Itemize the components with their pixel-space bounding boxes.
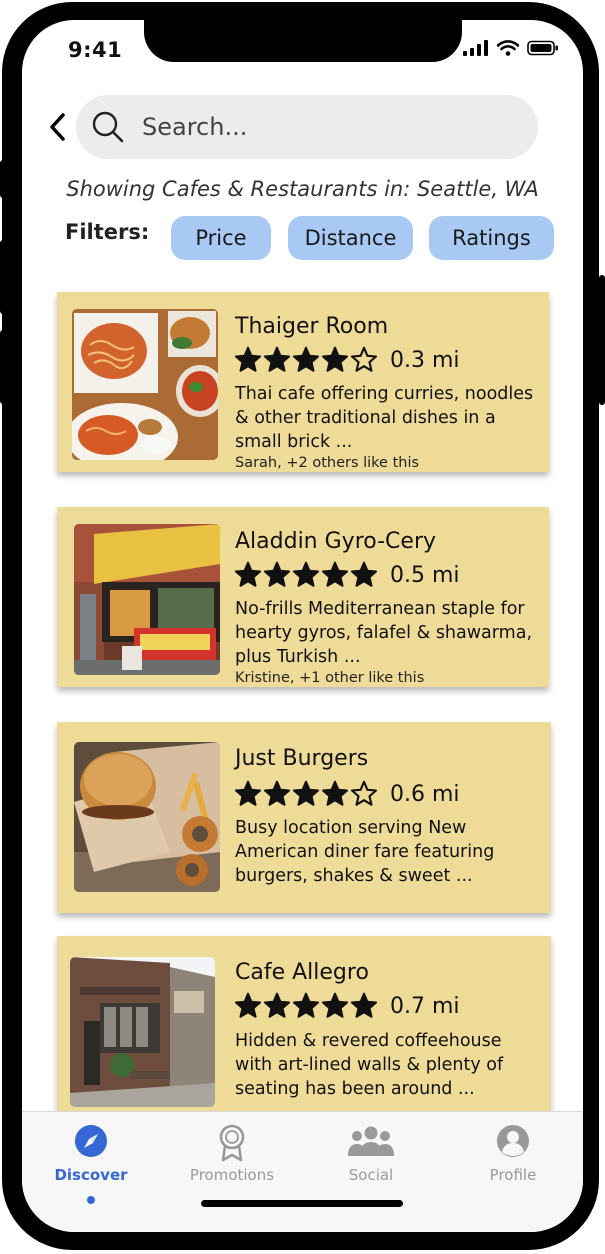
restaurant-description: Hidden & revered coffeehouse with art-li… <box>235 1031 504 1099</box>
restaurant-description: Busy location serving New American diner… <box>235 818 495 886</box>
star-filled-icon <box>263 780 291 806</box>
active-indicator-dot <box>87 1196 95 1204</box>
distance: 0.6 mi <box>390 781 460 807</box>
star-rating <box>234 780 378 808</box>
star-filled-icon <box>234 346 262 372</box>
star-rating <box>234 992 378 1020</box>
star-filled-icon <box>321 780 349 806</box>
restaurant-card[interactable]: Thaiger Room 0.3 mi Thai cafe offering c… <box>57 292 549 472</box>
restaurant-description: Thai cafe offering curries, noodles & ot… <box>235 384 534 452</box>
chevron-left-icon <box>50 113 65 141</box>
distance: 0.3 mi <box>390 347 460 373</box>
star-filled-icon <box>234 992 262 1018</box>
rating-row: 0.7 mi <box>234 992 460 1020</box>
thai-food-image <box>72 309 218 460</box>
star-filled-icon <box>292 992 320 1018</box>
tab-label: Promotions <box>189 1166 275 1184</box>
group-icon <box>348 1126 394 1156</box>
search-icon <box>90 109 126 145</box>
tab-label: Discover <box>54 1166 128 1184</box>
compass-icon <box>75 1125 107 1157</box>
restaurant-name: Cafe Allegro <box>235 960 369 985</box>
user-icon <box>497 1125 529 1157</box>
likes-text: Sarah, +2 others like this <box>235 455 420 471</box>
location-text: Showing Cafes & Restaurants in: Seattle,… <box>66 177 539 201</box>
rating-row: 0.5 mi <box>234 561 460 589</box>
star-filled-icon <box>321 561 349 587</box>
star-rating <box>234 561 378 589</box>
tab-label: Profile <box>489 1166 537 1184</box>
battery-icon <box>527 40 558 56</box>
star-filled-icon <box>350 992 378 1018</box>
screen: 9:41 Showing <box>22 20 583 1232</box>
restaurant-name: Just Burgers <box>235 746 369 771</box>
restaurant-card[interactable]: Cafe Allegro 0.7 mi Hidden & revered cof… <box>57 936 551 1136</box>
star-filled-icon <box>292 561 320 587</box>
filters-label: Filters: <box>65 220 150 244</box>
notch <box>144 20 462 62</box>
star-empty-icon <box>350 780 378 806</box>
home-indicator <box>201 1200 403 1207</box>
restaurant-name: Aladdin Gyro-Cery <box>235 529 437 554</box>
filter-chip-ratings[interactable]: Ratings <box>429 216 554 260</box>
star-filled-icon <box>234 780 262 806</box>
wifi-icon <box>497 40 519 56</box>
search-bar[interactable] <box>76 95 538 159</box>
back-button[interactable] <box>44 110 72 144</box>
filter-chip-price[interactable]: Price <box>171 216 271 260</box>
tab-social[interactable]: Social <box>311 1124 431 1184</box>
star-filled-icon <box>234 561 262 587</box>
star-filled-icon <box>263 346 291 372</box>
restaurant-card[interactable]: Aladdin Gyro-Cery 0.5 mi No-frills Medit… <box>57 507 549 687</box>
rating-row: 0.3 mi <box>234 346 460 374</box>
side-button-volume-down <box>0 330 6 404</box>
tab-promotions[interactable]: Promotions <box>172 1124 292 1184</box>
rating-row: 0.6 mi <box>234 780 460 808</box>
filter-chip-distance[interactable]: Distance <box>288 216 413 260</box>
side-button-silent <box>0 160 6 198</box>
search-input[interactable] <box>140 112 504 142</box>
star-filled-icon <box>263 561 291 587</box>
side-button-power <box>599 275 605 405</box>
star-filled-icon <box>263 992 291 1018</box>
award-ribbon-icon <box>219 1124 245 1162</box>
deli-storefront-image <box>74 524 220 675</box>
tab-label: Social <box>348 1166 394 1184</box>
restaurant-name: Thaiger Room <box>235 314 389 339</box>
status-icons <box>463 40 559 56</box>
distance: 0.7 mi <box>390 993 460 1019</box>
tab-profile[interactable]: Profile <box>453 1124 573 1184</box>
restaurant-description: No-frills Mediterranean staple for heart… <box>235 599 533 667</box>
burger-image <box>74 742 220 892</box>
status-time: 9:41 <box>68 38 123 62</box>
distance: 0.5 mi <box>390 562 460 588</box>
cellular-signal-icon <box>463 40 488 56</box>
likes-text: Kristine, +1 other like this <box>235 670 425 686</box>
star-filled-icon <box>292 346 320 372</box>
star-filled-icon <box>292 780 320 806</box>
side-button-volume-up <box>0 240 6 314</box>
restaurant-card[interactable]: Just Burgers 0.6 mi Busy location servin… <box>57 722 551 913</box>
star-filled-icon <box>350 561 378 587</box>
star-empty-icon <box>350 346 378 372</box>
star-rating <box>234 346 378 374</box>
bottom-tab-bar: Discover Promotions Social Profile <box>22 1111 583 1232</box>
star-filled-icon <box>321 346 349 372</box>
star-filled-icon <box>321 992 349 1018</box>
tab-discover[interactable]: Discover <box>31 1124 151 1204</box>
cafe-alley-image <box>70 957 215 1107</box>
